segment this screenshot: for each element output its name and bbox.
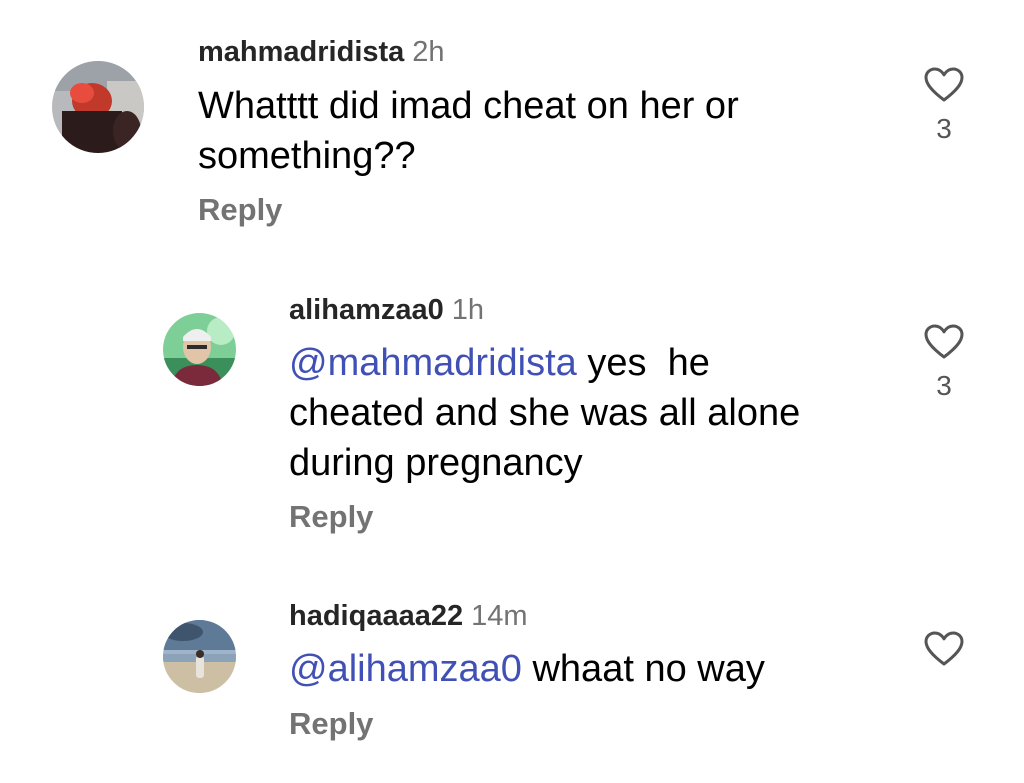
heart-icon[interactable] xyxy=(924,324,964,360)
comment-text: @alihamzaa0 whaat no way xyxy=(289,644,765,694)
comment-text-segment: whaat no way xyxy=(521,648,765,690)
mention-link[interactable]: @mahmadridista xyxy=(289,342,577,384)
timestamp: 2h xyxy=(412,36,445,68)
avatar[interactable] xyxy=(52,61,144,153)
comment-text-segment: yes he xyxy=(576,342,710,384)
username[interactable]: mahmadridista xyxy=(198,36,404,68)
comment-text: Whatttt did imad cheat on her or somethi… xyxy=(198,81,739,181)
like-control: 3 xyxy=(924,324,964,400)
avatar-image xyxy=(163,620,236,693)
avatar[interactable] xyxy=(163,620,236,693)
comment-line: cheated and she was all alone xyxy=(289,392,801,434)
like-control: 3 xyxy=(924,67,964,143)
heart-icon[interactable] xyxy=(924,67,964,103)
comment-line: @mahmadridista yes he xyxy=(289,338,800,388)
heart-icon[interactable] xyxy=(924,631,964,667)
avatar[interactable] xyxy=(163,313,236,386)
comment-meta: hadiqaaaa22 14m xyxy=(289,602,528,631)
avatar-image xyxy=(163,313,236,386)
comments-thread: mahmadridista 2h Whatttt did imad cheat o… xyxy=(0,0,1024,783)
comment-line: Whatttt did imad cheat on her or xyxy=(198,85,739,127)
like-control xyxy=(924,631,964,667)
username[interactable]: hadiqaaaa22 xyxy=(289,600,463,632)
reply-button[interactable]: Reply xyxy=(289,501,373,532)
comment-line: @alihamzaa0 whaat no way xyxy=(289,644,765,694)
avatar-image xyxy=(52,61,144,153)
comment-line: during pregnancy xyxy=(289,442,583,484)
reply-button[interactable]: Reply xyxy=(198,194,282,225)
comment-meta: mahmadridista 2h xyxy=(198,38,445,67)
comment-text: @mahmadridista yes he cheated and she wa… xyxy=(289,338,800,488)
comment-meta: alihamzaa0 1h xyxy=(289,296,484,325)
reply-button[interactable]: Reply xyxy=(289,708,373,739)
mention-link[interactable]: @alihamzaa0 xyxy=(289,648,522,690)
username[interactable]: alihamzaa0 xyxy=(289,294,444,326)
comment-line: something?? xyxy=(198,135,416,177)
like-count: 3 xyxy=(936,113,952,144)
timestamp: 14m xyxy=(471,600,528,632)
timestamp: 1h xyxy=(451,294,485,326)
like-count: 3 xyxy=(936,370,952,401)
